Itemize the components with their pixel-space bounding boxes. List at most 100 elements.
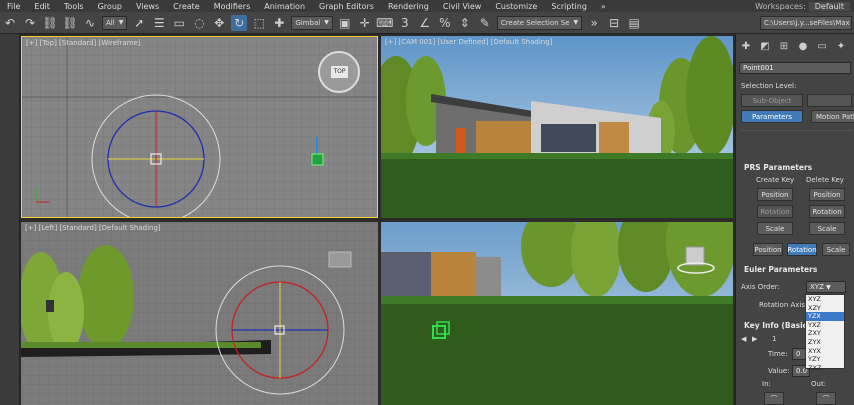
motion-paths-button[interactable]: Motion Paths (811, 110, 854, 123)
selection-level-label: Selection Level: (741, 82, 797, 90)
in-tangent-button[interactable]: ⌒ (764, 392, 784, 405)
viewport-left[interactable]: [+] [Left] [Standard] [Default Shading] (21, 222, 378, 405)
key-info-header[interactable]: Key Info (Basic (744, 321, 807, 330)
menu-bar: File Edit Tools Group Views Create Modif… (0, 0, 854, 12)
display-tab-icon[interactable]: ▭ (815, 39, 829, 53)
create-scale-key-button[interactable]: Scale (757, 222, 793, 235)
menu-animation[interactable]: Animation (257, 2, 312, 11)
axis-order-option[interactable]: YZY (806, 355, 844, 364)
rotate-icon[interactable]: ↻ (231, 14, 248, 31)
menu-customize[interactable]: Customize (488, 2, 544, 11)
axis-order-option-selected[interactable]: YZX (806, 312, 844, 321)
axis-order-option[interactable]: XZY (806, 304, 844, 313)
menu-tools[interactable]: Tools (57, 2, 91, 11)
out-tangent-button[interactable]: ⌒ (816, 392, 836, 405)
object-name-field[interactable]: Point001 (739, 62, 851, 74)
parameters-button[interactable]: Parameters (741, 110, 803, 123)
menu-edit[interactable]: Edit (27, 2, 57, 11)
sub-object-dropdown[interactable] (807, 94, 852, 107)
create-rotation-key-button[interactable]: Rotation (757, 205, 793, 218)
unlink-icon[interactable]: ⛓ (62, 15, 78, 31)
angle-snap-icon[interactable]: ∠ (417, 15, 433, 31)
window-crossing-icon[interactable]: ◌ (191, 15, 207, 31)
axis-order-option[interactable]: ZXZ (806, 364, 844, 373)
menu-more[interactable]: » (594, 2, 613, 11)
command-panel-tabs: ✚ ◩ ⊞ ● ▭ ✦ (736, 34, 854, 58)
menu-modifiers[interactable]: Modifiers (207, 2, 258, 11)
edit-named-selection-icon[interactable]: ✎ (477, 15, 493, 31)
viewport-top[interactable]: [+] [Top] [Standard] [Wireframe] TOP (21, 36, 378, 218)
axis-order-options-list[interactable]: XYZ XZY YZX YXZ ZXY ZYX XYX YZY ZXZ (805, 294, 845, 372)
rotation-tab[interactable]: Rotation (787, 243, 817, 256)
hierarchy-tab-icon[interactable]: ⊞ (777, 39, 791, 53)
axis-order-label: Axis Order: (741, 283, 780, 291)
viewcube[interactable]: TOP (318, 51, 360, 93)
scale-tab[interactable]: Scale (822, 243, 850, 256)
rotation-axis-label: Rotation Axis (759, 301, 806, 309)
delete-position-key-button[interactable]: Position (809, 188, 845, 201)
axis-order-option[interactable]: ZXY (806, 329, 844, 338)
reference-coordinate-dropdown[interactable]: Gimbal ▼ (291, 15, 333, 30)
percent-snap-icon[interactable]: % (437, 15, 453, 31)
link-icon[interactable]: ⛓ (42, 15, 58, 31)
delete-rotation-key-button[interactable]: Rotation (809, 205, 845, 218)
value-label: Value: (768, 367, 790, 375)
prs-parameters-header[interactable]: PRS Parameters (744, 163, 812, 172)
key-next-arrow[interactable]: ▶ (752, 335, 757, 343)
perspective-scene-render (381, 222, 733, 405)
delete-scale-key-button[interactable]: Scale (809, 222, 845, 235)
menu-graph-editors[interactable]: Graph Editors (312, 2, 381, 11)
menu-file[interactable]: File (0, 2, 27, 11)
panel-divider (741, 130, 853, 152)
axis-order-option[interactable]: XYX (806, 347, 844, 356)
axis-order-option[interactable]: ZYX (806, 338, 844, 347)
spinner-snap-icon[interactable]: ⇕ (457, 15, 473, 31)
create-position-key-button[interactable]: Position (757, 188, 793, 201)
select-object-icon[interactable]: ➚ (131, 15, 147, 31)
axis-order-dropdown[interactable]: XYZ ▼ (806, 281, 846, 293)
workspaces-dropdown[interactable]: Default (808, 1, 850, 11)
align-icon[interactable]: ▤ (626, 15, 642, 31)
move-icon[interactable]: ✥ (211, 15, 227, 31)
camera-scene-render (381, 36, 733, 218)
utilities-tab-icon[interactable]: ✦ (834, 39, 848, 53)
named-selection-set-dropdown[interactable]: Create Selection Se ▼ (496, 15, 583, 30)
axis-order-option[interactable]: YXZ (806, 321, 844, 330)
viewport-perspective[interactable] (381, 222, 733, 405)
rect-select-icon[interactable]: ▭ (171, 15, 187, 31)
camera-viewport-label[interactable]: [+] [CAM 001] [User Defined] [Default Sh… (385, 38, 552, 46)
pivot-center-icon[interactable]: ▣ (337, 15, 353, 31)
menu-civil-view[interactable]: Civil View (436, 2, 489, 11)
keyboard-shortcut-icon[interactable]: ⌨ (376, 15, 393, 31)
toolbar-more-icon[interactable]: » (586, 15, 602, 31)
menu-create[interactable]: Create (166, 2, 207, 11)
left-viewport-label[interactable]: [+] [Left] [Standard] [Default Shading] (25, 224, 161, 232)
select-by-name-icon[interactable]: ☰ (151, 15, 167, 31)
bind-spacewarp-icon[interactable]: ∿ (82, 15, 98, 31)
scale-icon[interactable]: ⬚ (251, 15, 267, 31)
place-icon[interactable]: ✚ (271, 15, 287, 31)
menu-rendering[interactable]: Rendering (381, 2, 436, 11)
key-prev-arrow[interactable]: ◀ (741, 335, 746, 343)
menu-group[interactable]: Group (91, 2, 129, 11)
delete-key-label: Delete Key (806, 176, 844, 184)
sub-object-button[interactable]: Sub-Object (741, 94, 803, 107)
undo-icon[interactable]: ↶ (2, 15, 18, 31)
menu-views[interactable]: Views (129, 2, 166, 11)
menu-scripting[interactable]: Scripting (544, 2, 594, 11)
axis-order-option[interactable]: XYZ (806, 295, 844, 304)
snaps-toggle-icon[interactable]: 3 (397, 15, 413, 31)
key-number: 1 (772, 335, 777, 343)
redo-icon[interactable]: ↷ (22, 15, 38, 31)
motion-tab-icon[interactable]: ● (796, 39, 810, 53)
project-folder-path[interactable]: C:\Users\j.y...seFiles\Max (760, 16, 852, 30)
mirror-icon[interactable]: ⊟ (606, 15, 622, 31)
modify-tab-icon[interactable]: ◩ (758, 39, 772, 53)
euler-parameters-header[interactable]: Euler Parameters (744, 265, 817, 274)
top-viewport-label[interactable]: [+] [Top] [Standard] [Wireframe] (26, 39, 141, 47)
select-manipulate-icon[interactable]: ✛ (357, 15, 373, 31)
create-tab-icon[interactable]: ✚ (739, 39, 753, 53)
position-tab[interactable]: Position (753, 243, 783, 256)
selection-filter-dropdown[interactable]: All ▼ (102, 15, 128, 30)
viewport-camera[interactable]: [+] [CAM 001] [User Defined] [Default Sh… (381, 36, 733, 218)
